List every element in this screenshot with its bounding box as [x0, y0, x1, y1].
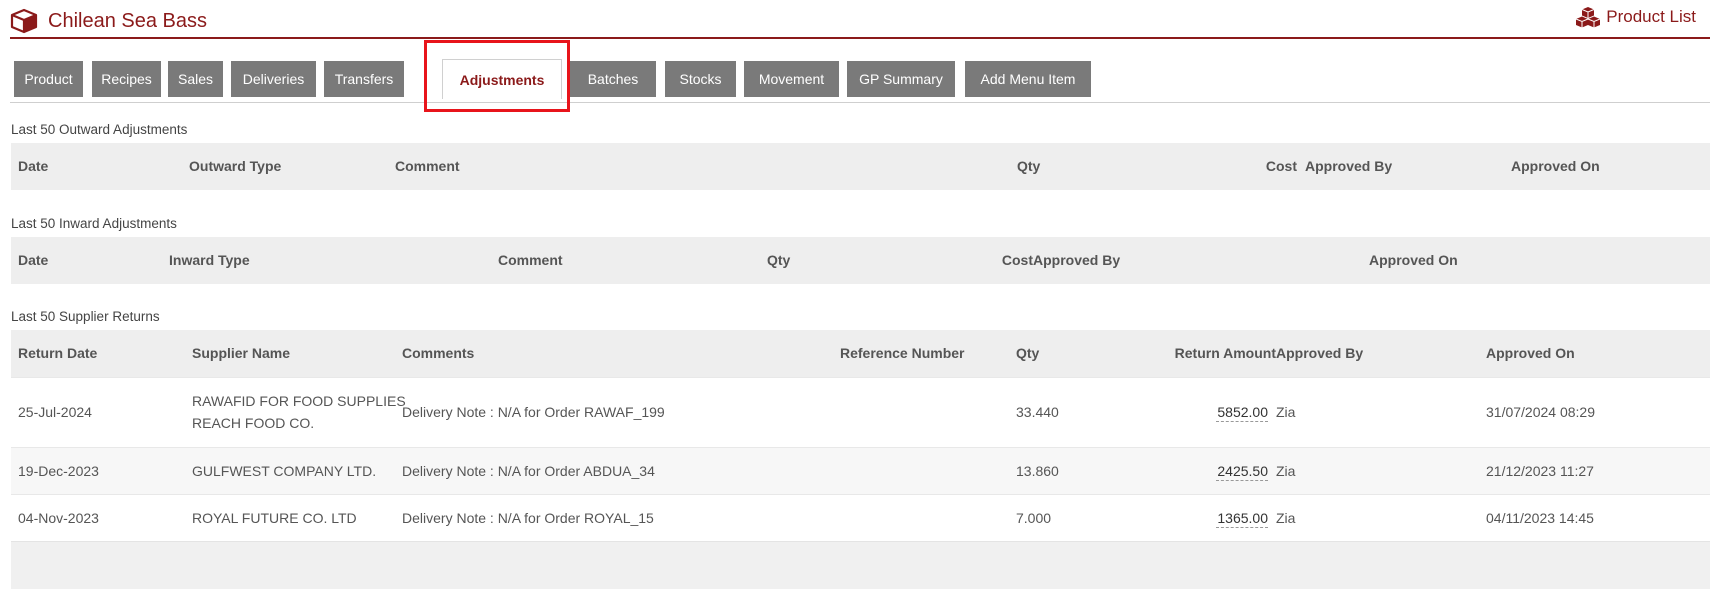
- comments: Delivery Note : N/A for Order RAWAF_199: [402, 404, 665, 420]
- return-amount[interactable]: 2425.50: [1216, 463, 1268, 481]
- column-header[interactable]: Reference Number: [840, 330, 965, 377]
- column-header[interactable]: Inward Type: [169, 237, 250, 284]
- column-header[interactable]: Cost: [991, 237, 1033, 284]
- title-area: Chilean Sea Bass: [10, 8, 207, 34]
- tab-transfers[interactable]: Transfers: [324, 61, 404, 97]
- tab-batches[interactable]: Batches: [570, 61, 656, 97]
- inward-section-title: Last 50 Inward Adjustments: [11, 216, 177, 231]
- approved-by: Zia: [1276, 404, 1296, 420]
- table-footer: [11, 541, 1710, 589]
- column-header[interactable]: Return Date: [18, 330, 97, 377]
- column-header[interactable]: Comment: [395, 143, 460, 190]
- return-date: 25-Jul-2024: [18, 404, 92, 420]
- supplier-name: GULFWEST COMPANY LTD.: [192, 463, 377, 479]
- column-header[interactable]: Return Amount: [1111, 330, 1276, 377]
- inward-table-header: Date Inward Type Comment Qty Cost Approv…: [11, 237, 1710, 284]
- qty: 7.000: [1016, 510, 1052, 526]
- supplier-name-secondary: REACH FOOD CO.: [192, 415, 315, 431]
- tab-recipes[interactable]: Recipes: [92, 61, 161, 97]
- page-title: Chilean Sea Bass: [48, 9, 207, 32]
- tab-gp-summary[interactable]: GP Summary: [847, 61, 955, 97]
- approved-on: 21/12/2023 11:27: [1486, 463, 1594, 479]
- return-date: 04-Nov-2023: [18, 510, 99, 526]
- column-header[interactable]: Date: [18, 237, 48, 284]
- tabs-divider: [10, 102, 1710, 103]
- column-header[interactable]: Approved By: [1033, 237, 1120, 284]
- box-icon: [10, 8, 38, 34]
- column-header[interactable]: Approved On: [1511, 143, 1600, 190]
- tab-movement[interactable]: Movement: [744, 61, 839, 97]
- boxes-icon: [1576, 7, 1601, 28]
- approved-by: Zia: [1276, 463, 1296, 479]
- table-row: 25-Jul-2024 RAWAFID FOR FOOD SUPPLIES RE…: [11, 377, 1710, 447]
- qty: 33.440: [1016, 404, 1059, 420]
- supplier-name: RAWAFID FOR FOOD SUPPLIES: [192, 393, 406, 409]
- product-list-label: Product List: [1606, 7, 1696, 26]
- approved-on: 31/07/2024 08:29: [1486, 404, 1595, 420]
- approved-by: Zia: [1276, 510, 1296, 526]
- returns-section-title: Last 50 Supplier Returns: [11, 309, 160, 324]
- comments: Delivery Note : N/A for Order ROYAL_15: [402, 510, 654, 526]
- tab-sales[interactable]: Sales: [168, 61, 223, 97]
- tab-add-menu-item[interactable]: Add Menu Item: [965, 61, 1091, 97]
- column-header[interactable]: Approved By: [1276, 330, 1363, 377]
- comments: Delivery Note : N/A for Order ABDUA_34: [402, 463, 655, 479]
- column-header[interactable]: Approved On: [1369, 237, 1458, 284]
- column-header[interactable]: Cost: [1251, 143, 1297, 190]
- return-amount[interactable]: 5852.00: [1216, 404, 1268, 422]
- column-header[interactable]: Qty: [1016, 330, 1039, 377]
- column-header[interactable]: Qty: [1017, 143, 1040, 190]
- tab-stocks[interactable]: Stocks: [665, 61, 736, 97]
- column-header[interactable]: Qty: [767, 237, 790, 284]
- outward-table-header: Date Outward Type Comment Qty Cost Appro…: [11, 143, 1710, 190]
- qty: 13.860: [1016, 463, 1059, 479]
- tab-deliveries[interactable]: Deliveries: [231, 61, 316, 97]
- approved-on: 04/11/2023 14:45: [1486, 510, 1594, 526]
- column-header[interactable]: Comments: [402, 330, 474, 377]
- column-header[interactable]: Date: [18, 143, 48, 190]
- table-row: 19-Dec-2023 GULFWEST COMPANY LTD. Delive…: [11, 447, 1710, 494]
- table-row: 04-Nov-2023 ROYAL FUTURE CO. LTD Deliver…: [11, 494, 1710, 541]
- column-header[interactable]: Comment: [498, 237, 563, 284]
- tab-product[interactable]: Product: [14, 61, 83, 97]
- tab-adjustments[interactable]: Adjustments: [442, 59, 562, 99]
- return-date: 19-Dec-2023: [18, 463, 99, 479]
- column-header[interactable]: Outward Type: [189, 143, 281, 190]
- page-header: Chilean Sea Bass Product List: [10, 0, 1710, 39]
- returns-table-header: Return Date Supplier Name Comments Refer…: [11, 330, 1710, 377]
- outward-section-title: Last 50 Outward Adjustments: [11, 122, 188, 137]
- product-list-link[interactable]: Product List: [1575, 6, 1696, 28]
- column-header[interactable]: Approved By: [1305, 143, 1392, 190]
- return-amount[interactable]: 1365.00: [1216, 510, 1268, 528]
- supplier-name: ROYAL FUTURE CO. LTD: [192, 510, 357, 526]
- column-header[interactable]: Supplier Name: [192, 330, 290, 377]
- column-header[interactable]: Approved On: [1486, 330, 1575, 377]
